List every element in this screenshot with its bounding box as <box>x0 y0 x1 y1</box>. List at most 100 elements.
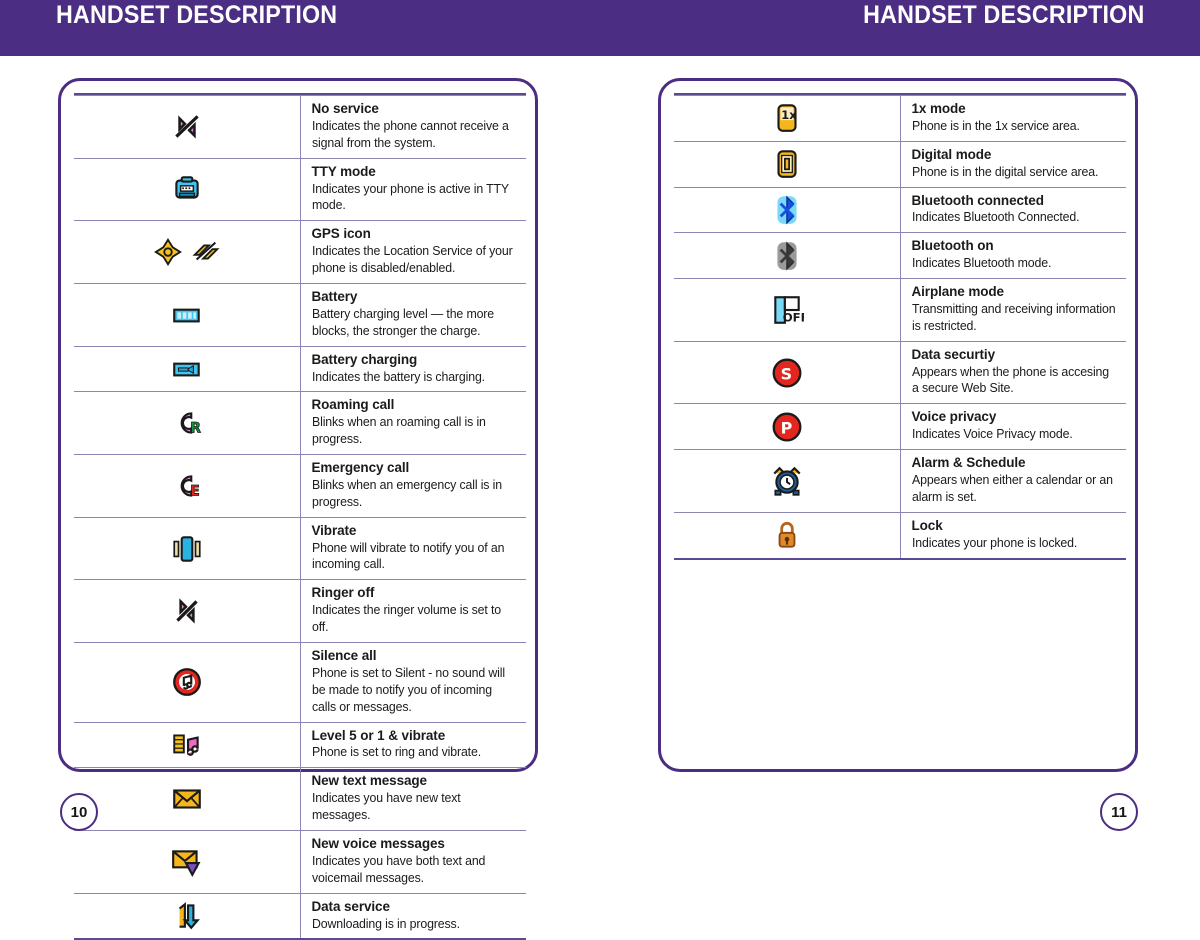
icon-name-label: Bluetooth connected <box>911 192 1044 208</box>
description-cell: Level 5 or 1 & vibrate Phone is set to ri… <box>300 722 526 769</box>
icon-name-label: TTY mode <box>311 163 376 179</box>
description-cell: Roaming call Blinks when an roaming call … <box>300 391 526 456</box>
icon-description-text: Indicates Bluetooth Connected. <box>911 209 1080 225</box>
icon-cell <box>674 141 901 188</box>
description-cell: Data service Downloading is in progress. <box>300 893 526 940</box>
description-cell: Digital mode Phone is in the digital serv… <box>900 141 1126 188</box>
icon-description-text: Indicates your phone is locked. <box>911 534 1077 550</box>
icon-name-label: Battery charging <box>311 351 418 367</box>
icon-name-label: Battery <box>311 288 358 304</box>
ring-and-vibrate-icon <box>170 728 204 762</box>
svg-text:S: S <box>780 364 791 383</box>
icon-name-label: New text message <box>311 773 428 789</box>
icon-name-label: Silence all <box>311 648 377 664</box>
svg-text:R: R <box>190 421 201 437</box>
description-cell: Bluetooth connected Indicates Bluetooth C… <box>900 187 1126 234</box>
icon-name-label: Bluetooth on <box>911 238 994 254</box>
data-service-icon <box>170 899 204 933</box>
icon-cell <box>74 158 301 222</box>
table-row: S Data securtiy Appears when the phone is… <box>674 341 1126 405</box>
table-row: New voice messages Indicates you have bot… <box>74 830 526 894</box>
icon-name-label: Ringer off <box>311 585 375 601</box>
icon-cell: R <box>74 391 301 456</box>
icon-description-text: Indicates you have both text and voicema… <box>311 852 485 885</box>
left-page-panel: No service Indicates the phone cannot rec… <box>58 78 538 940</box>
icon-name-label: Data securtiy <box>911 346 996 362</box>
description-cell: Battery charging Indicates the battery is… <box>300 346 526 393</box>
icon-cell <box>74 642 301 723</box>
icon-cell <box>74 517 301 581</box>
icon-description-text: Indicates the battery is charging. <box>311 368 485 384</box>
icon-description-text: Phone is set to ring and vibrate. <box>311 744 481 760</box>
alarm-schedule-icon <box>770 464 804 498</box>
description-cell: TTY mode Indicates your phone is active i… <box>300 158 526 222</box>
emergency-call-icon: E <box>170 469 204 503</box>
icon-cell: P <box>674 403 901 451</box>
icon-cell: OFF <box>674 278 901 342</box>
icon-cell <box>74 95 301 159</box>
icon-name-label: Voice privacy <box>911 409 997 425</box>
page-number-badge-right: 11 <box>1100 793 1138 831</box>
icon-description-text: Appears when the phone is accesing a sec… <box>911 363 1109 396</box>
table-row: Silence all Phone is set to Silent - no s… <box>74 642 526 723</box>
icon-cell <box>674 449 901 513</box>
icon-name-label: Vibrate <box>311 522 357 538</box>
page-number-badge-left: 10 <box>60 793 98 831</box>
digital-mode-icon <box>770 147 804 181</box>
svg-text:E: E <box>190 483 199 499</box>
tty-mode-icon <box>170 172 204 206</box>
icon-description-text: Indicates the phone cannot receive a sig… <box>311 117 509 150</box>
icon-name-label: Alarm & Schedule <box>911 455 1026 471</box>
gps-disabled-icon <box>153 237 183 267</box>
description-cell: Bluetooth on Indicates Bluetooth mode. <box>900 232 1126 280</box>
table-row: Alarm & Schedule Appears when either a ca… <box>674 449 1126 513</box>
icon-name-label: Roaming call <box>311 397 395 413</box>
table-row: Ringer off Indicates the ringer volume is… <box>74 579 526 644</box>
description-cell: GPS icon Indicates the Location Service o… <box>300 220 526 284</box>
icon-cell: E <box>74 454 301 518</box>
icon-description-text: Blinks when an emergency call is in prog… <box>311 476 502 509</box>
bluetooth-connected-icon <box>770 193 804 227</box>
icon-name-label: No service <box>311 101 379 116</box>
icon-description-text: Phone is in the 1x service area. <box>911 117 1080 133</box>
description-cell: New voice messages Indicates you have bot… <box>300 830 526 894</box>
ringer-off-icon <box>170 594 204 628</box>
description-cell: Alarm & Schedule Appears when either a ca… <box>900 449 1126 513</box>
icon-description-text: Indicates the ringer volume is set to of… <box>311 602 501 635</box>
icon-cell <box>74 767 301 831</box>
vibrate-icon <box>170 532 204 566</box>
icon-cell <box>74 830 301 894</box>
table-row: P Voice privacy Indicates Voice Privacy m… <box>674 403 1126 451</box>
description-cell: Silence all Phone is set to Silent - no s… <box>300 642 526 723</box>
description-cell: Voice privacy Indicates Voice Privacy mod… <box>900 403 1126 451</box>
table-row: Battery Battery charging level — the more… <box>74 283 526 347</box>
table-row: Level 5 or 1 & vibrate Phone is set to ri… <box>74 722 526 769</box>
svg-text:OFF: OFF <box>783 311 804 325</box>
icon-description-text: Indicates Bluetooth mode. <box>911 255 1051 271</box>
svg-text:P: P <box>780 418 792 437</box>
table-row: Digital mode Phone is in the digital serv… <box>674 141 1126 188</box>
description-cell: Ringer off Indicates the ringer volume is… <box>300 579 526 644</box>
icon-cell <box>74 346 301 393</box>
icon-cell <box>74 893 301 940</box>
description-cell: Battery Battery charging level — the more… <box>300 283 526 347</box>
table-row: No service Indicates the phone cannot rec… <box>74 95 526 159</box>
icon-cell <box>74 283 301 347</box>
table-row: Battery charging Indicates the battery is… <box>74 346 526 393</box>
icon-description-text: Blinks when an roaming call is in progre… <box>311 414 486 447</box>
table-row: GPS icon Indicates the Location Service o… <box>74 220 526 284</box>
icon-description-text: Indicates Voice Privacy mode. <box>911 426 1073 442</box>
table-row: E Emergency call Blinks when an emergency… <box>74 454 526 518</box>
description-cell: Airplane mode Transmitting and receiving … <box>900 278 1126 342</box>
table-row: OFF Airplane modeTransmitting and receiv… <box>674 278 1126 342</box>
icon-name-label: New voice messages <box>311 835 445 851</box>
voice-privacy-icon: P <box>770 410 804 444</box>
table-row: TTY mode Indicates your phone is active i… <box>74 158 526 222</box>
icon-cell <box>74 220 301 284</box>
table-row: Lock Indicates your phone is locked. <box>674 512 1126 560</box>
icon-name-label: Data service <box>311 898 390 914</box>
icon-description-text: Transmitting and receiving information i… <box>911 300 1116 333</box>
table-row: Data service Downloading is in progress. <box>74 893 526 940</box>
roaming-call-icon: R <box>170 406 204 440</box>
table-row: R Roaming call Blinks when an roaming cal… <box>74 391 526 456</box>
